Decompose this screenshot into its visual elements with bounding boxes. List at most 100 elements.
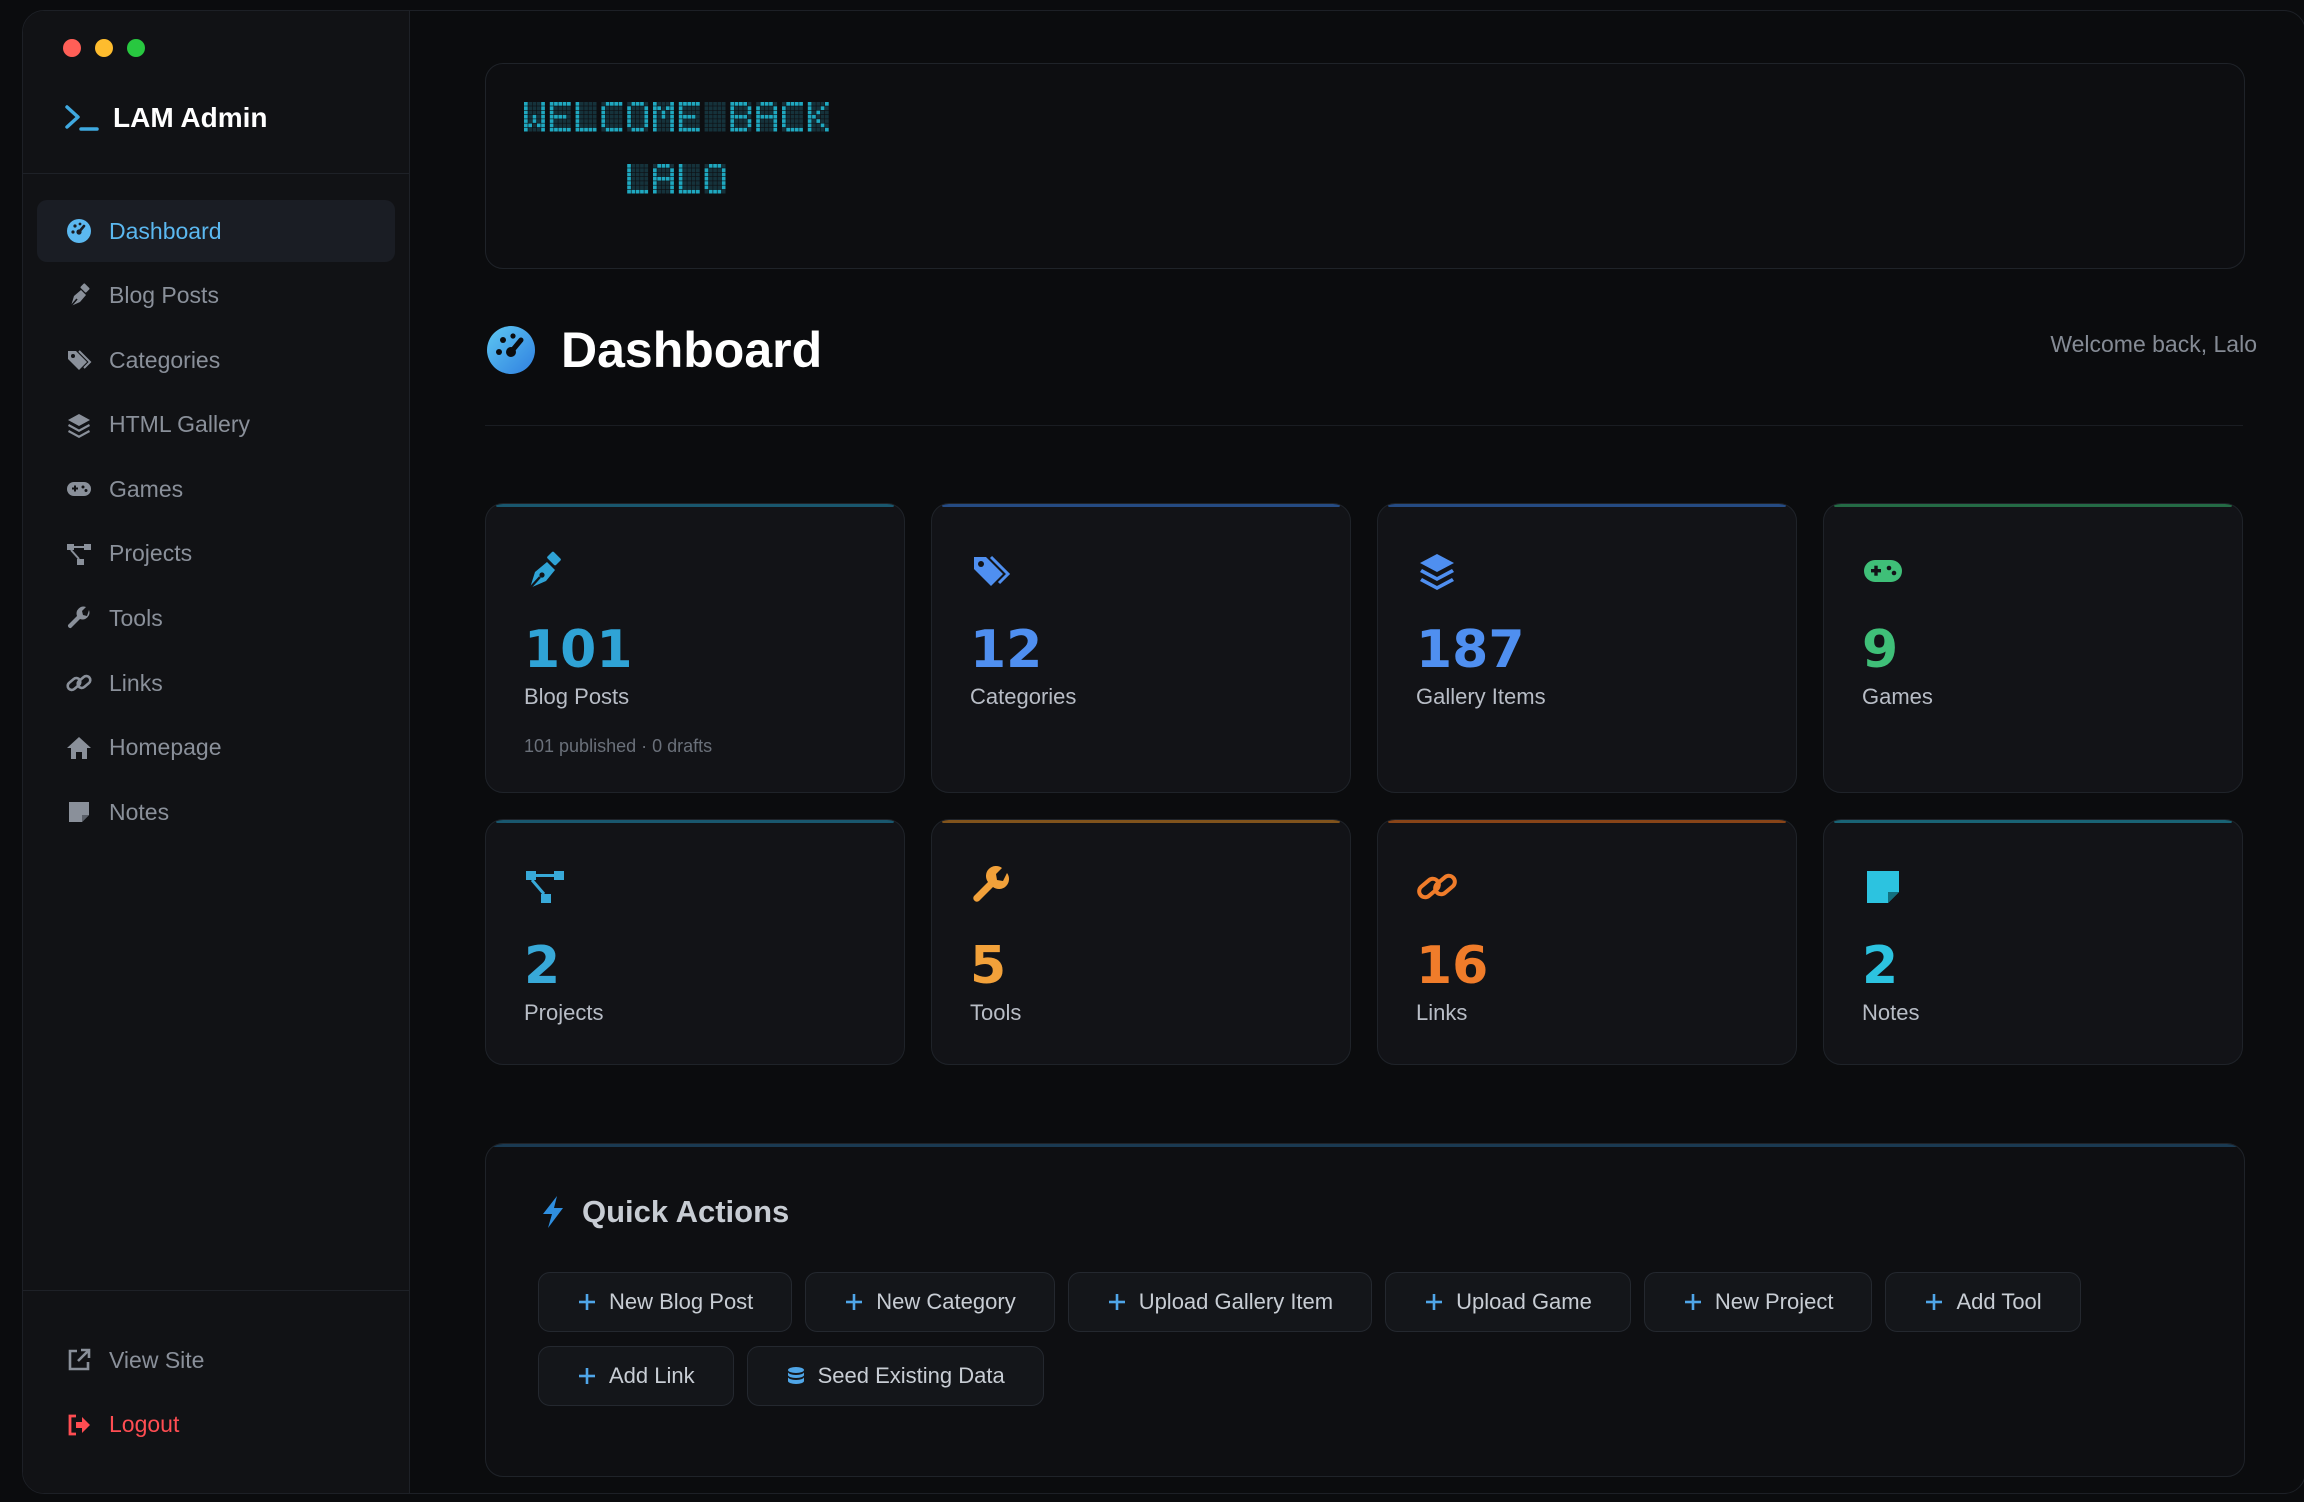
seed-existing-data-button[interactable]: Seed Existing Data — [746, 1346, 1044, 1406]
view-site-link[interactable]: View Site — [37, 1329, 395, 1391]
sidebar-item-categories[interactable]: Categories — [37, 329, 395, 391]
stat-card-links[interactable]: 16 Links — [1377, 819, 1797, 1065]
quick-actions-panel: Quick Actions New Blog Post New Category… — [485, 1143, 2245, 1477]
logout-icon — [68, 1414, 90, 1435]
sidebar-item-html-gallery[interactable]: HTML Gallery — [37, 394, 395, 456]
sidebar-item-label: Games — [109, 475, 184, 502]
plus-icon — [1684, 1294, 1701, 1310]
diagram-icon — [526, 871, 564, 903]
stat-label: Blog Posts — [524, 684, 630, 709]
stat-subtext: 101 published · 0 drafts — [524, 736, 713, 756]
sidebar-item-label: Notes — [109, 798, 170, 825]
welcome-banner: WELCOME BACK LALO — [485, 63, 2245, 269]
stat-value: 2 — [1862, 936, 1899, 996]
sidebar-item-links[interactable]: Links — [37, 652, 395, 714]
sidebar-item-projects[interactable]: Projects — [37, 523, 395, 585]
sidebar-item-label: HTML Gallery — [109, 411, 250, 438]
link-icon — [66, 674, 92, 692]
divider — [485, 425, 2243, 426]
stat-value: 101 — [524, 620, 633, 680]
plus-icon — [846, 1294, 863, 1310]
button-label: Seed Existing Data — [817, 1363, 1005, 1388]
sidebar: LAM Admin Dashboard Blog Posts Categorie… — [23, 11, 410, 1493]
stat-label: Links — [1416, 1000, 1468, 1025]
stat-value: 12 — [970, 620, 1043, 680]
quick-actions-buttons: New Blog Post New Category Upload Galler… — [538, 1272, 2218, 1406]
stat-value: 16 — [1416, 936, 1489, 996]
gauge-icon — [487, 326, 535, 374]
stat-card-projects[interactable]: 2 Projects — [485, 819, 905, 1065]
logout-label: Logout — [109, 1411, 180, 1438]
new-blog-post-button[interactable]: New Blog Post — [538, 1272, 793, 1332]
tags-icon — [68, 350, 92, 371]
new-project-button[interactable]: New Project — [1643, 1272, 1873, 1332]
terminal-icon — [65, 105, 99, 131]
quick-actions-header: Quick Actions — [538, 1194, 789, 1230]
stat-value: 9 — [1862, 620, 1899, 680]
stat-card-tools[interactable]: 5 Tools — [931, 819, 1351, 1065]
new-category-button[interactable]: New Category — [805, 1272, 1055, 1332]
page-title: Dashboard — [561, 322, 823, 378]
maximize-window-button[interactable] — [127, 39, 145, 57]
sidebar-item-games[interactable]: Games — [37, 458, 395, 520]
sidebar-footer: View Site Logout — [37, 1329, 395, 1458]
sidebar-item-blog-posts[interactable]: Blog Posts — [37, 265, 395, 327]
stat-card-notes[interactable]: 2 Notes — [1823, 819, 2243, 1065]
button-label: New Blog Post — [609, 1289, 754, 1314]
stat-card-gallery-items[interactable]: 187 Gallery Items — [1377, 503, 1797, 793]
stat-label: Gallery Items — [1416, 684, 1546, 709]
tags-icon — [974, 555, 1011, 586]
wrench-icon — [973, 866, 1009, 902]
stat-label: Tools — [970, 1000, 1022, 1025]
close-window-button[interactable] — [63, 39, 81, 57]
gamepad-icon — [67, 482, 91, 497]
diagram-icon — [67, 543, 91, 565]
sidebar-item-homepage[interactable]: Homepage — [37, 717, 395, 779]
add-tool-button[interactable]: Add Tool — [1885, 1272, 2081, 1332]
gauge-icon — [67, 219, 91, 243]
stat-value: 5 — [970, 936, 1007, 996]
logout-button[interactable]: Logout — [37, 1394, 395, 1456]
banner-line: LALO — [627, 164, 726, 194]
external-link-icon — [68, 1348, 91, 1371]
wrench-icon — [67, 606, 90, 628]
stat-label: Categories — [970, 684, 1077, 709]
layers-icon — [1420, 554, 1454, 590]
button-label: Add Link — [609, 1363, 695, 1388]
add-link-button[interactable]: Add Link — [538, 1346, 734, 1406]
pen-nib-icon — [70, 283, 90, 307]
sidebar-item-tools[interactable]: Tools — [37, 588, 395, 650]
sidebar-nav: Dashboard Blog Posts Categories HTML Gal… — [37, 200, 395, 846]
sidebar-item-label: Categories — [109, 346, 221, 373]
stat-card-blog-posts[interactable]: 101 Blog Posts 101 published · 0 drafts — [485, 503, 905, 793]
stat-card-games[interactable]: 9 Games — [1823, 503, 2243, 793]
plus-icon — [579, 1294, 595, 1310]
pen-nib-icon — [529, 551, 561, 589]
plus-icon — [579, 1368, 595, 1384]
sidebar-item-label: Tools — [109, 605, 163, 632]
gamepad-icon — [1864, 560, 1902, 582]
sidebar-item-dashboard[interactable]: Dashboard — [37, 200, 395, 262]
button-label: Upload Game — [1456, 1289, 1592, 1314]
sidebar-item-notes[interactable]: Notes — [37, 781, 395, 843]
upload-game-button[interactable]: Upload Game — [1385, 1272, 1631, 1332]
brand[interactable]: LAM Admin — [63, 101, 268, 135]
sidebar-item-label: Links — [109, 669, 163, 696]
app-window: LAM Admin Dashboard Blog Posts Categorie… — [22, 10, 2304, 1494]
lightning-icon — [543, 1196, 563, 1228]
note-icon — [1867, 871, 1899, 903]
stat-value: 2 — [524, 936, 561, 996]
sidebar-item-label: Homepage — [109, 734, 222, 761]
database-icon — [787, 1367, 804, 1384]
link-icon — [1417, 873, 1457, 900]
button-label: Add Tool — [1956, 1289, 2042, 1314]
divider — [23, 1290, 409, 1291]
minimize-window-button[interactable] — [95, 39, 113, 57]
ascii-banner: WELCOME BACK LALO — [524, 102, 829, 194]
stat-card-categories[interactable]: 12 Categories — [931, 503, 1351, 793]
upload-gallery-item-button[interactable]: Upload Gallery Item — [1067, 1272, 1373, 1332]
note-icon — [69, 802, 89, 823]
sidebar-item-label: Projects — [109, 540, 193, 567]
plus-icon — [1926, 1294, 1943, 1310]
button-label: Upload Gallery Item — [1138, 1289, 1334, 1314]
